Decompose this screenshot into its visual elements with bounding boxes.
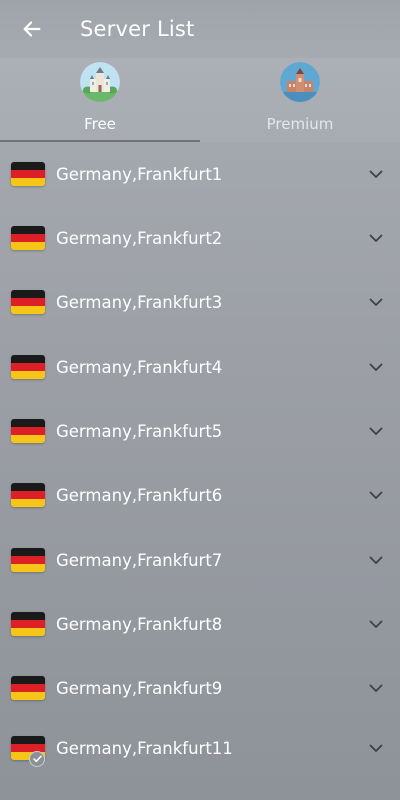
server-row[interactable]: Germany,Frankfurt1 — [0, 154, 400, 194]
chevron-down-icon[interactable] — [368, 230, 384, 246]
server-row[interactable]: Germany,Frankfurt3 — [0, 282, 400, 322]
check-icon — [29, 751, 45, 767]
server-name: Germany,Frankfurt9 — [56, 678, 223, 698]
castle-icon — [80, 62, 120, 102]
server-row[interactable]: Germany,Frankfurt5 — [0, 411, 400, 451]
server-name: Germany,Frankfurt4 — [56, 357, 223, 377]
server-name: Germany,Frankfurt6 — [56, 485, 223, 505]
tab-premium[interactable]: Premium — [200, 58, 400, 142]
chevron-down-icon[interactable] — [368, 423, 384, 439]
palace-icon — [280, 62, 320, 102]
tab-free-label: Free — [84, 115, 116, 133]
app-header: Server List — [0, 0, 400, 58]
germany-flag-icon — [11, 226, 45, 250]
chevron-down-icon[interactable] — [368, 616, 384, 632]
germany-flag-icon — [11, 162, 45, 186]
arrow-left-icon — [23, 21, 41, 37]
tab-premium-label: Premium — [266, 115, 334, 133]
server-row[interactable]: Germany,Frankfurt2 — [0, 218, 400, 258]
server-row[interactable]: Germany,Frankfurt4 — [0, 347, 400, 387]
server-name: Germany,Frankfurt1 — [56, 164, 223, 184]
server-name: Germany,Frankfurt3 — [56, 292, 223, 312]
server-name: Germany,Frankfurt2 — [56, 228, 223, 248]
server-name: Germany,Frankfurt11 — [56, 738, 233, 758]
chevron-down-icon[interactable] — [368, 359, 384, 375]
tab-free[interactable]: Free — [0, 58, 200, 142]
back-button[interactable] — [18, 15, 46, 43]
active-tab-indicator — [0, 140, 200, 142]
germany-flag-icon — [11, 676, 45, 700]
server-name: Germany,Frankfurt8 — [56, 614, 223, 634]
germany-flag-icon — [11, 290, 45, 314]
germany-flag-icon — [11, 355, 45, 379]
chevron-down-icon[interactable] — [368, 294, 384, 310]
server-row[interactable]: Germany,Frankfurt8 — [0, 604, 400, 644]
chevron-down-icon[interactable] — [368, 680, 384, 696]
server-row[interactable]: Germany,Frankfurt6 — [0, 475, 400, 515]
chevron-down-icon[interactable] — [368, 552, 384, 568]
server-name: Germany,Frankfurt7 — [56, 550, 223, 570]
chevron-down-icon[interactable] — [368, 166, 384, 182]
tab-bar: Free Premium — [0, 58, 400, 142]
server-row[interactable]: Germany,Frankfurt7 — [0, 540, 400, 580]
server-row[interactable]: Germany,Frankfurt9 — [0, 668, 400, 708]
server-row-selected[interactable]: Germany,Frankfurt11 — [0, 728, 400, 768]
germany-flag-icon — [11, 612, 45, 636]
page-title: Server List — [80, 17, 195, 41]
germany-flag-icon — [11, 483, 45, 507]
chevron-down-icon[interactable] — [368, 740, 384, 756]
germany-flag-icon — [11, 548, 45, 572]
chevron-down-icon[interactable] — [368, 487, 384, 503]
germany-flag-icon — [11, 419, 45, 443]
server-name: Germany,Frankfurt5 — [56, 421, 223, 441]
